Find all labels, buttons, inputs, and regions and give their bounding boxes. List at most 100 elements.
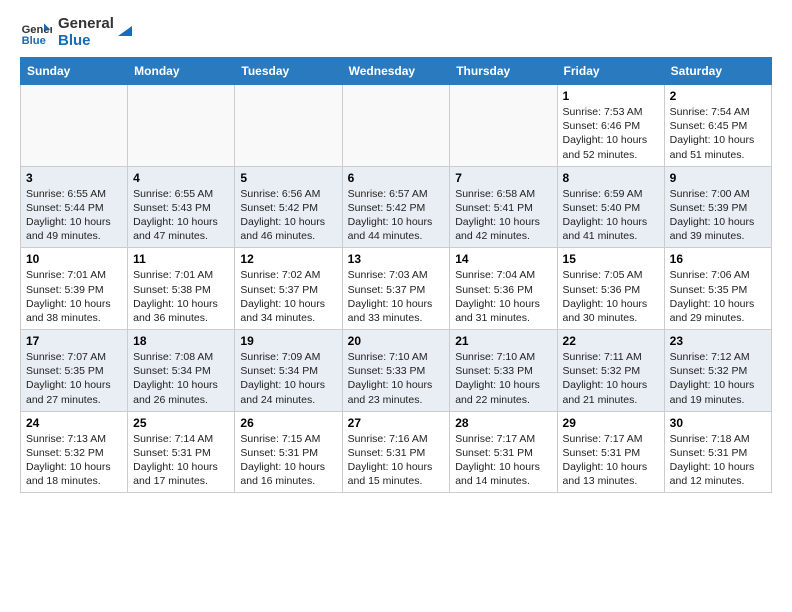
svg-text:General: General — [22, 24, 52, 36]
day-info: Sunrise: 7:14 AM Sunset: 5:31 PM Dayligh… — [133, 432, 229, 489]
day-info: Sunrise: 6:58 AM Sunset: 5:41 PM Dayligh… — [455, 187, 551, 244]
day-info: Sunrise: 7:06 AM Sunset: 5:35 PM Dayligh… — [670, 268, 766, 325]
day-info: Sunrise: 7:09 AM Sunset: 5:34 PM Dayligh… — [240, 350, 336, 407]
day-info: Sunrise: 7:18 AM Sunset: 5:31 PM Dayligh… — [670, 432, 766, 489]
calendar-cell: 4 Sunrise: 6:55 AM Sunset: 5:43 PM Daylig… — [128, 166, 235, 248]
calendar-cell: 21 Sunrise: 7:10 AM Sunset: 5:33 PM Dayli… — [450, 330, 557, 412]
day-info: Sunrise: 7:13 AM Sunset: 5:32 PM Dayligh… — [26, 432, 122, 489]
day-number: 29 — [563, 416, 659, 430]
day-number: 24 — [26, 416, 122, 430]
day-number: 28 — [455, 416, 551, 430]
calendar-cell — [342, 85, 450, 167]
day-info: Sunrise: 7:10 AM Sunset: 5:33 PM Dayligh… — [455, 350, 551, 407]
day-info: Sunrise: 6:57 AM Sunset: 5:42 PM Dayligh… — [348, 187, 445, 244]
day-number: 19 — [240, 334, 336, 348]
logo-icon: General Blue — [20, 17, 52, 49]
calendar-table: SundayMondayTuesdayWednesdayThursdayFrid… — [20, 57, 772, 493]
calendar-week-row: 10Sunrise: 7:01 AM Sunset: 5:39 PM Dayli… — [21, 248, 772, 330]
day-info: Sunrise: 7:03 AM Sunset: 5:37 PM Dayligh… — [348, 268, 445, 325]
calendar-cell: 25 Sunrise: 7:14 AM Sunset: 5:31 PM Dayli… — [128, 411, 235, 493]
calendar-cell: 10Sunrise: 7:01 AM Sunset: 5:39 PM Dayli… — [21, 248, 128, 330]
logo: General Blue General Blue — [20, 16, 136, 49]
day-number: 30 — [670, 416, 766, 430]
calendar-week-row: 3Sunrise: 6:55 AM Sunset: 5:44 PM Daylig… — [21, 166, 772, 248]
calendar-body: 1 Sunrise: 7:53 AM Sunset: 6:46 PM Daylig… — [21, 85, 772, 493]
day-number: 17 — [26, 334, 122, 348]
day-number: 12 — [240, 252, 336, 266]
day-info: Sunrise: 7:04 AM Sunset: 5:36 PM Dayligh… — [455, 268, 551, 325]
day-info: Sunrise: 7:01 AM Sunset: 5:38 PM Dayligh… — [133, 268, 229, 325]
day-number: 21 — [455, 334, 551, 348]
day-number: 6 — [348, 171, 445, 185]
day-number: 3 — [26, 171, 122, 185]
weekday-header-friday: Friday — [557, 58, 664, 85]
calendar-cell: 23 Sunrise: 7:12 AM Sunset: 5:32 PM Dayli… — [664, 330, 771, 412]
day-number: 16 — [670, 252, 766, 266]
day-number: 26 — [240, 416, 336, 430]
weekday-header-wednesday: Wednesday — [342, 58, 450, 85]
calendar-cell: 27Sunrise: 7:16 AM Sunset: 5:31 PM Dayli… — [342, 411, 450, 493]
calendar-cell: 14 Sunrise: 7:04 AM Sunset: 5:36 PM Dayli… — [450, 248, 557, 330]
calendar-week-row: 24 Sunrise: 7:13 AM Sunset: 5:32 PM Dayli… — [21, 411, 772, 493]
day-number: 18 — [133, 334, 229, 348]
day-number: 10 — [26, 252, 122, 266]
weekday-header-thursday: Thursday — [450, 58, 557, 85]
calendar-cell: 7 Sunrise: 6:58 AM Sunset: 5:41 PM Daylig… — [450, 166, 557, 248]
calendar-cell: 20 Sunrise: 7:10 AM Sunset: 5:33 PM Dayli… — [342, 330, 450, 412]
calendar-cell — [450, 85, 557, 167]
day-info: Sunrise: 7:17 AM Sunset: 5:31 PM Dayligh… — [455, 432, 551, 489]
calendar-cell: 2 Sunrise: 7:54 AM Sunset: 6:45 PM Daylig… — [664, 85, 771, 167]
calendar-cell: 5Sunrise: 6:56 AM Sunset: 5:42 PM Daylig… — [235, 166, 342, 248]
calendar-cell: 16 Sunrise: 7:06 AM Sunset: 5:35 PM Dayli… — [664, 248, 771, 330]
calendar-cell: 28 Sunrise: 7:17 AM Sunset: 5:31 PM Dayli… — [450, 411, 557, 493]
day-number: 2 — [670, 89, 766, 103]
calendar-cell: 12Sunrise: 7:02 AM Sunset: 5:37 PM Dayli… — [235, 248, 342, 330]
day-info: Sunrise: 7:17 AM Sunset: 5:31 PM Dayligh… — [563, 432, 659, 489]
calendar-cell — [128, 85, 235, 167]
day-info: Sunrise: 7:12 AM Sunset: 5:32 PM Dayligh… — [670, 350, 766, 407]
day-number: 4 — [133, 171, 229, 185]
day-number: 8 — [563, 171, 659, 185]
day-info: Sunrise: 6:55 AM Sunset: 5:43 PM Dayligh… — [133, 187, 229, 244]
day-number: 22 — [563, 334, 659, 348]
day-info: Sunrise: 7:53 AM Sunset: 6:46 PM Dayligh… — [563, 105, 659, 162]
day-info: Sunrise: 7:07 AM Sunset: 5:35 PM Dayligh… — [26, 350, 122, 407]
day-number: 14 — [455, 252, 551, 266]
day-info: Sunrise: 7:10 AM Sunset: 5:33 PM Dayligh… — [348, 350, 445, 407]
logo-line1: General — [58, 16, 114, 33]
calendar-cell: 6 Sunrise: 6:57 AM Sunset: 5:42 PM Daylig… — [342, 166, 450, 248]
day-number: 7 — [455, 171, 551, 185]
calendar-cell: 18Sunrise: 7:08 AM Sunset: 5:34 PM Dayli… — [128, 330, 235, 412]
page-header: General Blue General Blue — [20, 16, 772, 49]
calendar-cell: 22Sunrise: 7:11 AM Sunset: 5:32 PM Dayli… — [557, 330, 664, 412]
calendar-cell: 3Sunrise: 6:55 AM Sunset: 5:44 PM Daylig… — [21, 166, 128, 248]
calendar-cell — [235, 85, 342, 167]
day-number: 25 — [133, 416, 229, 430]
day-info: Sunrise: 7:16 AM Sunset: 5:31 PM Dayligh… — [348, 432, 445, 489]
day-number: 20 — [348, 334, 445, 348]
day-info: Sunrise: 7:54 AM Sunset: 6:45 PM Dayligh… — [670, 105, 766, 162]
day-number: 23 — [670, 334, 766, 348]
day-number: 13 — [348, 252, 445, 266]
calendar-cell: 19 Sunrise: 7:09 AM Sunset: 5:34 PM Dayli… — [235, 330, 342, 412]
calendar-cell: 24 Sunrise: 7:13 AM Sunset: 5:32 PM Dayli… — [21, 411, 128, 493]
day-info: Sunrise: 7:00 AM Sunset: 5:39 PM Dayligh… — [670, 187, 766, 244]
day-number: 15 — [563, 252, 659, 266]
day-number: 9 — [670, 171, 766, 185]
calendar-cell: 26 Sunrise: 7:15 AM Sunset: 5:31 PM Dayli… — [235, 411, 342, 493]
calendar-cell: 11Sunrise: 7:01 AM Sunset: 5:38 PM Dayli… — [128, 248, 235, 330]
weekday-header-monday: Monday — [128, 58, 235, 85]
calendar-cell: 17 Sunrise: 7:07 AM Sunset: 5:35 PM Dayli… — [21, 330, 128, 412]
day-number: 5 — [240, 171, 336, 185]
calendar-header-row: SundayMondayTuesdayWednesdayThursdayFrid… — [21, 58, 772, 85]
calendar-cell: 30 Sunrise: 7:18 AM Sunset: 5:31 PM Dayli… — [664, 411, 771, 493]
day-info: Sunrise: 7:15 AM Sunset: 5:31 PM Dayligh… — [240, 432, 336, 489]
calendar-week-row: 17 Sunrise: 7:07 AM Sunset: 5:35 PM Dayli… — [21, 330, 772, 412]
calendar-cell: 29 Sunrise: 7:17 AM Sunset: 5:31 PM Dayli… — [557, 411, 664, 493]
calendar-cell — [21, 85, 128, 167]
calendar-cell: 15Sunrise: 7:05 AM Sunset: 5:36 PM Dayli… — [557, 248, 664, 330]
calendar-week-row: 1 Sunrise: 7:53 AM Sunset: 6:46 PM Daylig… — [21, 85, 772, 167]
calendar-cell: 9 Sunrise: 7:00 AM Sunset: 5:39 PM Daylig… — [664, 166, 771, 248]
calendar-cell: 13 Sunrise: 7:03 AM Sunset: 5:37 PM Dayli… — [342, 248, 450, 330]
day-number: 1 — [563, 89, 659, 103]
